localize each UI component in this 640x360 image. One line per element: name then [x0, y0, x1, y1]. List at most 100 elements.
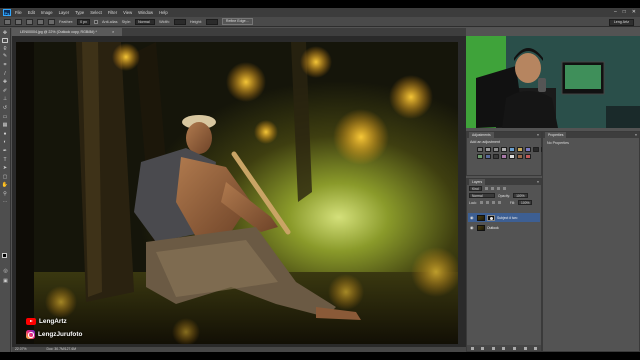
lasso-icon[interactable]: ϱ: [2, 45, 9, 52]
width-input[interactable]: [173, 18, 186, 25]
menu-window[interactable]: Window: [138, 10, 153, 15]
new-group-icon[interactable]: [513, 346, 517, 350]
style-select[interactable]: Normal: [135, 18, 156, 25]
menu-file[interactable]: File: [15, 10, 22, 15]
new-selection-icon[interactable]: [15, 18, 22, 25]
menu-select[interactable]: Select: [90, 10, 102, 15]
quick-mask-icon[interactable]: ◎: [2, 268, 9, 275]
new-layer-icon[interactable]: [523, 346, 527, 350]
invert-icon[interactable]: [493, 154, 499, 159]
intersect-selection-icon[interactable]: [48, 18, 55, 25]
layer-style-icon[interactable]: [481, 346, 485, 350]
quick-selection-icon[interactable]: ✎: [2, 53, 9, 60]
menu-image[interactable]: Image: [41, 10, 53, 15]
zoom-icon[interactable]: ⚲: [2, 191, 9, 198]
levels-icon[interactable]: [485, 147, 491, 152]
filter-shape-icon[interactable]: [502, 187, 506, 190]
layer-row[interactable]: ◉ Outlook: [468, 223, 540, 232]
hand-icon[interactable]: ✋: [2, 182, 9, 189]
clone-stamp-icon[interactable]: ⊥: [2, 96, 9, 103]
foreground-color-swatch[interactable]: [2, 253, 7, 258]
threshold-icon[interactable]: [509, 154, 515, 159]
vibrance-icon[interactable]: [509, 147, 515, 152]
add-selection-icon[interactable]: [26, 18, 33, 25]
history-brush-icon[interactable]: ↺: [2, 105, 9, 112]
dodge-icon[interactable]: ◐: [2, 139, 9, 146]
add-mask-icon[interactable]: [491, 346, 495, 350]
link-layers-icon[interactable]: [470, 346, 474, 350]
height-input[interactable]: [205, 18, 218, 25]
type-icon[interactable]: T: [2, 157, 9, 164]
curves-icon[interactable]: [493, 147, 499, 152]
refine-edge-button[interactable]: Refine Edge...: [221, 18, 253, 25]
hue-saturation-icon[interactable]: [517, 147, 523, 152]
layer-name[interactable]: Subject # two: [497, 216, 517, 220]
marquee-tool-preset-icon[interactable]: [4, 18, 11, 25]
gradient-icon[interactable]: ▦: [2, 122, 9, 129]
panel-menu-icon[interactable]: ≡: [537, 180, 539, 184]
move-tool-icon[interactable]: ✥: [2, 30, 9, 37]
eye-icon[interactable]: ◉: [470, 225, 475, 230]
subtract-selection-icon[interactable]: [37, 18, 44, 25]
color-lookup-icon[interactable]: [485, 154, 491, 159]
document-canvas[interactable]: LengArtz LengzJurufoto: [16, 42, 458, 344]
lock-position-icon[interactable]: [491, 201, 495, 204]
channel-mixer-icon[interactable]: [477, 154, 483, 159]
layer-name[interactable]: Outlook: [487, 226, 499, 230]
eye-icon[interactable]: ◉: [470, 215, 475, 220]
menu-help[interactable]: Help: [159, 10, 168, 15]
close-window-button[interactable]: ✕: [632, 9, 636, 15]
tab-adjustments[interactable]: Adjustments: [469, 132, 494, 138]
maximize-button[interactable]: □: [623, 9, 626, 15]
posterize-icon[interactable]: [501, 154, 507, 159]
rectangular-marquee-icon[interactable]: [2, 38, 8, 44]
healing-brush-icon[interactable]: ✚: [2, 79, 9, 86]
antialias-checkbox[interactable]: [93, 19, 98, 24]
minimize-button[interactable]: –: [614, 9, 617, 15]
pen-icon[interactable]: ✒: [2, 148, 9, 155]
more-tools-icon[interactable]: ⋯: [2, 199, 9, 206]
menu-layer[interactable]: Layer: [59, 10, 69, 15]
screen-mode-icon[interactable]: ▣: [2, 278, 9, 285]
brightness-icon[interactable]: [477, 147, 483, 152]
workspace-select[interactable]: Leng Artz: [608, 18, 634, 26]
color-balance-icon[interactable]: [525, 147, 531, 152]
layer-kind-select[interactable]: Kind: [469, 186, 482, 191]
menu-filter[interactable]: Filter: [108, 10, 117, 15]
lock-image-icon[interactable]: [485, 201, 489, 204]
lock-all-icon[interactable]: [497, 201, 501, 204]
fill-input[interactable]: 100%: [518, 200, 533, 205]
close-document-icon[interactable]: ×: [112, 28, 114, 36]
filter-pixel-icon[interactable]: [484, 187, 488, 190]
filter-adjustment-icon[interactable]: [490, 187, 494, 190]
new-adjustment-icon[interactable]: [502, 346, 506, 350]
document-tab[interactable]: LEN00004.jpg @ 22% (Outlook copy, RGB/8#…: [12, 28, 122, 36]
eraser-icon[interactable]: ▭: [2, 114, 9, 121]
zoom-level[interactable]: 22.07%: [15, 347, 27, 352]
layer-mask-thumbnail[interactable]: [487, 214, 495, 221]
menu-edit[interactable]: Edit: [28, 10, 35, 15]
rectangle-shape-icon[interactable]: ▢: [2, 174, 9, 181]
opacity-input[interactable]: 100%: [513, 193, 528, 198]
layer-row[interactable]: ◉ Subject # two: [468, 213, 540, 222]
feather-input[interactable]: 0 px: [77, 18, 90, 25]
delete-layer-icon[interactable]: [534, 346, 538, 350]
panel-menu-icon[interactable]: ≡: [635, 133, 637, 137]
path-selection-icon[interactable]: ➤: [2, 165, 9, 172]
blend-mode-select[interactable]: Normal: [469, 193, 495, 198]
gradient-map-icon[interactable]: [517, 154, 523, 159]
eyedropper-icon[interactable]: /: [2, 71, 9, 78]
selective-color-icon[interactable]: [525, 154, 531, 159]
menu-type[interactable]: Type: [75, 10, 84, 15]
tab-properties[interactable]: Properties: [545, 132, 567, 138]
crop-icon[interactable]: ⌗: [2, 62, 9, 69]
brush-icon[interactable]: ✐: [2, 88, 9, 95]
tab-layers[interactable]: Layers: [469, 179, 486, 185]
exposure-icon[interactable]: [501, 147, 507, 152]
black-white-icon[interactable]: [533, 147, 539, 152]
panel-menu-icon[interactable]: ≡: [537, 133, 539, 137]
lock-transparent-icon[interactable]: [479, 201, 483, 204]
blur-icon[interactable]: ●: [2, 131, 9, 138]
menu-view[interactable]: View: [123, 10, 132, 15]
filter-type-icon[interactable]: [496, 187, 500, 190]
